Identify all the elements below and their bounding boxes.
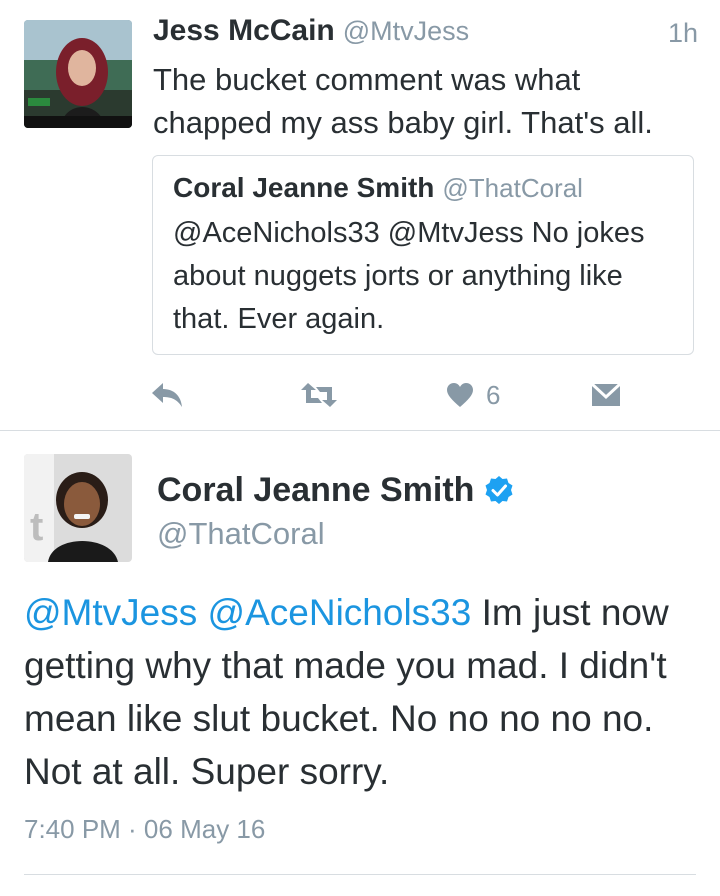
profile-photo-icon xyxy=(24,20,132,128)
quoted-author-handle: @ThatCoral xyxy=(442,173,583,203)
reply-button[interactable] xyxy=(150,372,184,418)
main-author-name[interactable]: Coral Jeanne Smith xyxy=(157,471,474,510)
main-tweet-text: @MtvJess @AceNichols33 Im just now getti… xyxy=(24,586,704,798)
author-name[interactable]: Jess McCain xyxy=(153,14,335,47)
retweet-button[interactable] xyxy=(300,372,338,418)
verified-badge-icon xyxy=(485,476,513,504)
quoted-tweet-text: @AceNichols33 @MtvJess No jokes about nu… xyxy=(173,217,645,335)
author-avatar[interactable] xyxy=(24,20,132,128)
tweet-header: Jess McCain @MtvJess 1h xyxy=(153,14,698,54)
quoted-tweet-header: Coral Jeanne Smith @ThatCoral xyxy=(173,172,583,204)
tweet-item[interactable]: Jess McCain @MtvJess 1h The bucket commen… xyxy=(0,0,720,430)
direct-message-button[interactable] xyxy=(590,372,622,418)
mention-link[interactable]: @MtvJess xyxy=(24,592,197,633)
reply-icon xyxy=(152,383,182,407)
main-author-avatar[interactable]: t xyxy=(24,454,132,562)
divider xyxy=(0,430,720,431)
quoted-tweet[interactable]: Coral Jeanne Smith @ThatCoral @AceNichols… xyxy=(152,155,694,355)
main-author-name-row: Coral Jeanne Smith xyxy=(157,468,514,512)
mention-link[interactable]: @AceNichols33 xyxy=(208,592,472,633)
profile-photo-icon: t xyxy=(24,454,132,562)
tweet-time[interactable]: 1h xyxy=(668,18,698,49)
tweet-timestamp[interactable]: 7:40 PM · 06 May 16 xyxy=(24,814,265,845)
verified-badge xyxy=(484,475,514,505)
tweet-text: The bucket comment was what chapped my a… xyxy=(153,62,653,140)
quoted-author-name: Coral Jeanne Smith xyxy=(173,172,435,203)
tweet-actions: 6 xyxy=(0,372,720,418)
svg-text:t: t xyxy=(30,505,43,549)
retweet-icon xyxy=(301,383,337,407)
divider xyxy=(24,874,696,875)
like-button[interactable]: 6 xyxy=(446,372,500,418)
direct-message-icon xyxy=(590,382,622,406)
main-author-handle[interactable]: @ThatCoral xyxy=(157,516,325,552)
heart-icon xyxy=(447,383,473,407)
author-handle[interactable]: @MtvJess xyxy=(343,16,469,46)
like-count: 6 xyxy=(486,379,501,410)
